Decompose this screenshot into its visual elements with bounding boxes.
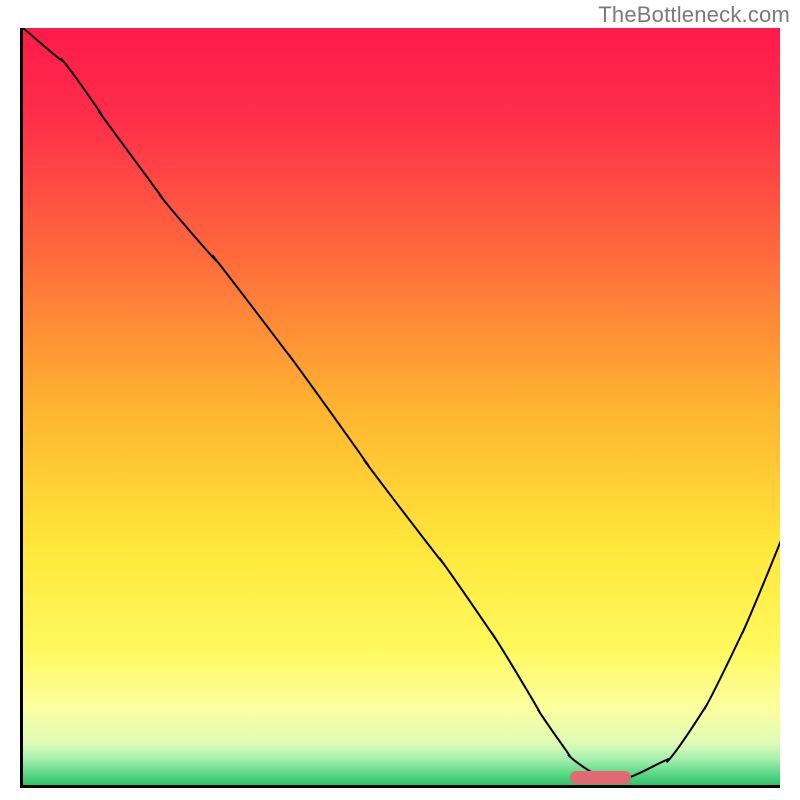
watermark-text: TheBottleneck.com <box>598 2 790 28</box>
plot-area <box>20 28 780 788</box>
optimal-range-marker <box>570 771 631 784</box>
chart-stage: TheBottleneck.com <box>0 0 800 800</box>
bottleneck-curve <box>23 28 780 785</box>
